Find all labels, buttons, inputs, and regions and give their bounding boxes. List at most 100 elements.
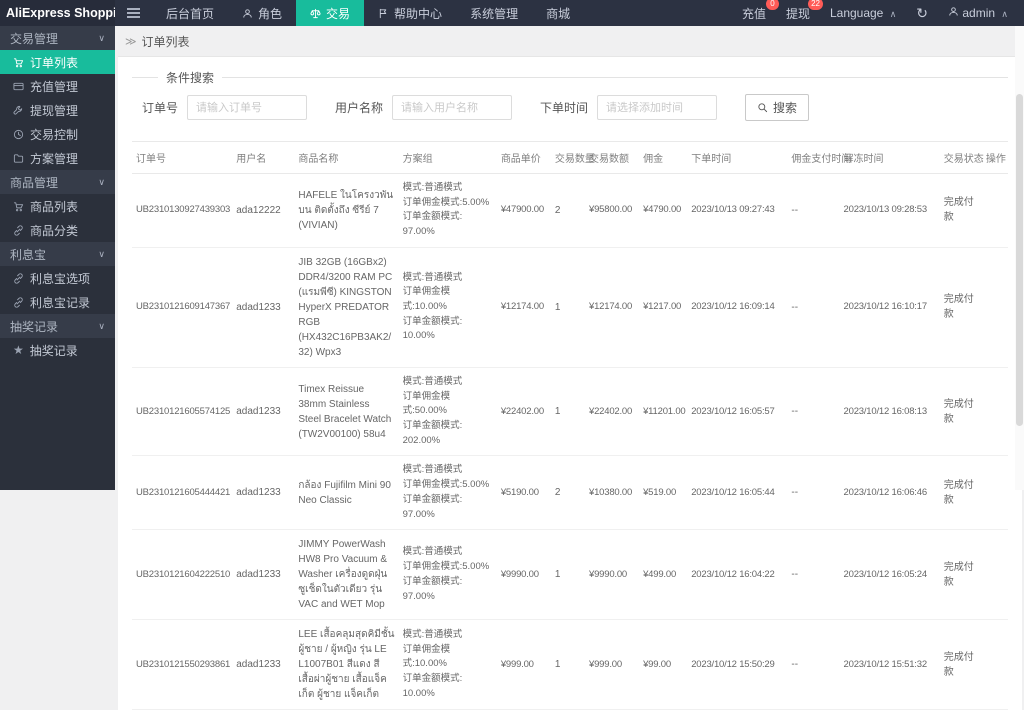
username-field: 用户名称 <box>335 95 512 120</box>
cell-action <box>982 174 1008 248</box>
sidebar-group-trade-mgmt[interactable]: 交易管理 ∨ <box>0 26 115 50</box>
cell-trade-status: 完成付款 <box>940 174 982 248</box>
recharge-badge: 0 <box>766 0 779 10</box>
col-header-quantity: 交易数量 <box>551 142 585 174</box>
cell-commission-pay-time: -- <box>787 530 839 620</box>
sidebar-item-product-category[interactable]: 商品分类 <box>0 218 115 242</box>
topbar-right: 充值 0 提现 22 Language ∧ ↻ admin ∧ <box>742 0 1024 26</box>
cell-product-name: JIMMY PowerWash HW8 Pro Vacuum & Washer … <box>294 530 398 620</box>
search-button[interactable]: 搜索 <box>745 94 809 121</box>
sidebar-group-interest-treasure[interactable]: 利息宝 ∨ <box>0 242 115 266</box>
nav-item-roles[interactable]: 角色 <box>228 0 296 26</box>
sidebar-item-withdraw-mgmt[interactable]: 提现管理 <box>0 98 115 122</box>
cell-order-time: 2023/10/12 16:05:57 <box>687 367 787 456</box>
col-header-product-name: 商品名称 <box>294 142 398 174</box>
user-menu[interactable]: admin ∧ <box>948 6 1008 20</box>
chevron-up-icon: ∧ <box>890 9 897 19</box>
sidebar-item-lottery-records[interactable]: ★ 抽奖记录 <box>0 338 115 362</box>
username-input[interactable] <box>392 95 512 120</box>
cell-commission: ¥99.00 <box>639 620 687 710</box>
main-content: ≫ 订单列表 条件搜索 订单号 用户名称 下单时间 <box>115 0 1024 710</box>
cell-order-no: UB2310121605574125 <box>132 367 232 456</box>
scrollbar-thumb[interactable] <box>1016 94 1023 426</box>
order-no-input[interactable] <box>187 95 307 120</box>
hamburger-menu-icon[interactable] <box>115 0 152 26</box>
sidebar-item-trade-control[interactable]: 交易控制 <box>0 122 115 146</box>
withdraw-link[interactable]: 提现 22 <box>786 5 810 22</box>
cell-order-no: UB2310121550293861 <box>132 620 232 710</box>
cell-commission: ¥11201.00 <box>639 367 687 456</box>
cell-amount: ¥999.00 <box>585 620 639 710</box>
sidebar-item-interest-records[interactable]: 利息宝记录 <box>0 290 115 314</box>
order-no-field: 订单号 <box>142 95 307 120</box>
cell-plan-group: 模式:普通模式 订单佣金模式:10.00% 订单金额模式: 10.00% <box>399 247 497 367</box>
cell-action <box>982 620 1008 710</box>
order-time-input[interactable] <box>597 95 717 120</box>
sidebar-group-product-mgmt[interactable]: 商品管理 ∨ <box>0 170 115 194</box>
col-header-plan-group: 方案组 <box>399 142 497 174</box>
nav-item-mall[interactable]: 商城 <box>532 0 584 26</box>
cell-quantity: 1 <box>551 367 585 456</box>
table-row: UB2310121605574125 adad1233 Timex Reissu… <box>132 367 1008 456</box>
cell-username: adad1233 <box>232 456 294 530</box>
clock-icon <box>13 129 24 140</box>
vertical-scrollbar[interactable] <box>1015 26 1024 490</box>
cell-commission-pay-time: -- <box>787 620 839 710</box>
cell-order-time: 2023/10/12 15:50:29 <box>687 620 787 710</box>
cell-order-no: UB2310130927439303 <box>132 174 232 248</box>
search-panel: 条件搜索 订单号 用户名称 下单时间 搜索 <box>132 69 1008 135</box>
nav-item-system-mgmt[interactable]: 系统管理 <box>456 0 532 26</box>
refresh-icon[interactable]: ↻ <box>916 5 928 22</box>
cell-amount: ¥9990.00 <box>585 530 639 620</box>
sidebar: 交易管理 ∨ 订单列表 充值管理 提现管理 交易控制 方案管理 商品管理 ∨ 商… <box>0 26 115 490</box>
col-header-trade-status: 交易状态 <box>940 142 982 174</box>
cell-plan-group: 模式:普通模式 订单佣金模式:50.00% 订单金额模式: 202.00% <box>399 367 497 456</box>
cell-plan-group: 模式:普通模式 订单佣金模式:5.00% 订单金额模式: 97.00% <box>399 456 497 530</box>
cell-amount: ¥12174.00 <box>585 247 639 367</box>
col-header-unit-price: 商品单价 <box>497 142 551 174</box>
cell-quantity: 2 <box>551 174 585 248</box>
recharge-link[interactable]: 充值 0 <box>742 5 766 22</box>
table-header-row: 订单号 用户名 商品名称 方案组 商品单价 交易数量 交易数额 佣金 下单时间 … <box>132 142 1008 174</box>
cell-action <box>982 247 1008 367</box>
cell-unit-price: ¥22402.00 <box>497 367 551 456</box>
table-row: UB2310121550293861 adad1233 LEE เสื้อคลุ… <box>132 620 1008 710</box>
cell-product-name: HAFELE ในโครงวพันบน ติดตั้งถึง ซีรีย์ 7 … <box>294 174 398 248</box>
sidebar-group-lottery-records[interactable]: 抽奖记录 ∨ <box>0 314 115 338</box>
sidebar-item-plan-mgmt[interactable]: 方案管理 <box>0 146 115 170</box>
cell-product-name: JIB 32GB (16GBx2) DDR4/3200 RAM PC (แรมพ… <box>294 247 398 367</box>
sidebar-item-order-list[interactable]: 订单列表 <box>0 50 115 74</box>
cell-commission: ¥1217.00 <box>639 247 687 367</box>
table-row: UB2310121609147367 adad1233 JIB 32GB (16… <box>132 247 1008 367</box>
cell-trade-status: 完成付款 <box>940 247 982 367</box>
cell-order-time: 2023/10/12 16:09:14 <box>687 247 787 367</box>
sidebar-item-interest-options[interactable]: 利息宝选项 <box>0 266 115 290</box>
cell-username: adad1233 <box>232 530 294 620</box>
cell-order-no: UB2310121609147367 <box>132 247 232 367</box>
cell-order-time: 2023/10/12 16:04:22 <box>687 530 787 620</box>
nav-item-trade[interactable]: 交易 <box>296 0 364 26</box>
cell-order-time: 2023/10/13 09:27:43 <box>687 174 787 248</box>
chevron-down-icon: ∨ <box>98 249 105 260</box>
cell-order-time: 2023/10/12 16:05:44 <box>687 456 787 530</box>
nav-item-dashboard[interactable]: 后台首页 <box>152 0 228 26</box>
link-icon <box>13 297 24 308</box>
col-header-amount: 交易数额 <box>585 142 639 174</box>
sidebar-item-product-list[interactable]: 商品列表 <box>0 194 115 218</box>
nav-item-help-center[interactable]: 帮助中心 <box>364 0 456 26</box>
cell-action <box>982 530 1008 620</box>
language-dropdown[interactable]: Language ∧ <box>830 6 896 20</box>
cell-quantity: 1 <box>551 620 585 710</box>
person-icon <box>948 6 959 17</box>
col-header-commission: 佣金 <box>639 142 687 174</box>
cell-product-name: Timex Reissue 38mm Stainless Steel Brace… <box>294 367 398 456</box>
cell-plan-group: 模式:普通模式 订单佣金模式:10.00% 订单金额模式: 10.00% <box>399 620 497 710</box>
cell-action <box>982 367 1008 456</box>
cart-icon <box>13 57 24 68</box>
sidebar-item-recharge-mgmt[interactable]: 充值管理 <box>0 74 115 98</box>
credit-card-icon <box>13 81 24 92</box>
withdraw-badge: 22 <box>808 0 823 10</box>
topbar: AliExpress Shopping... 后台首页 角色 交易 帮助中心 系… <box>0 0 1024 26</box>
cell-commission: ¥519.00 <box>639 456 687 530</box>
cell-username: adad1233 <box>232 247 294 367</box>
